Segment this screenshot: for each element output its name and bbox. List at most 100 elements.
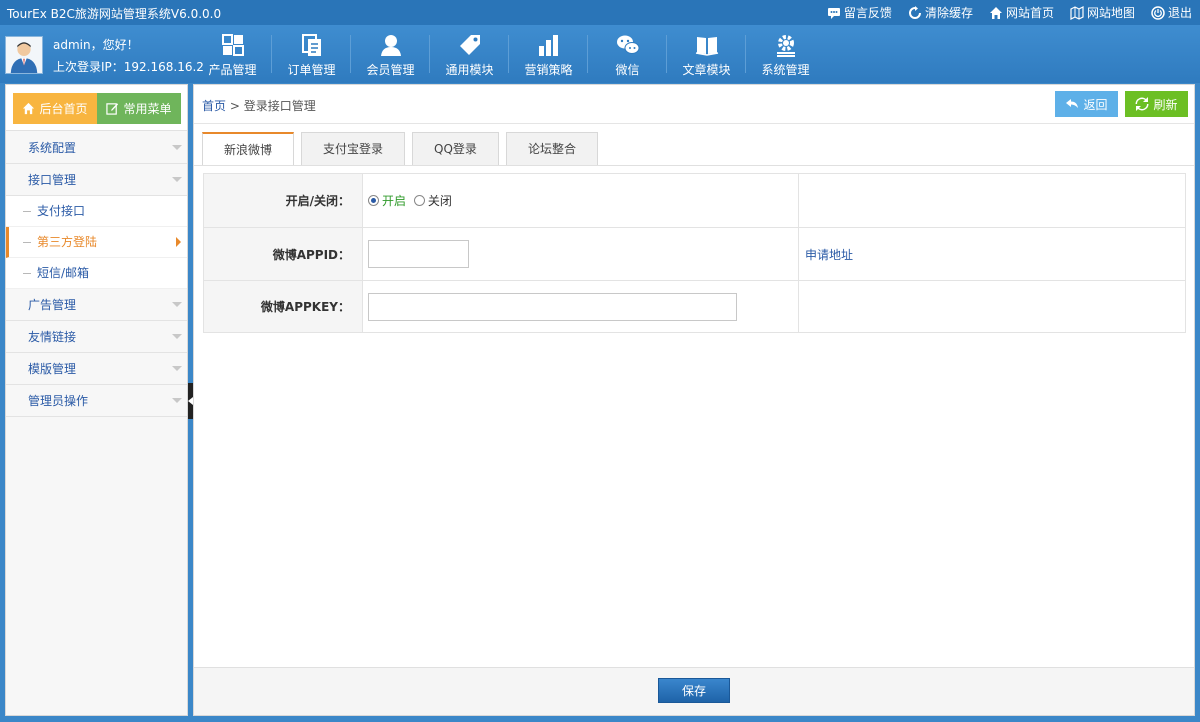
app-title: TourEx B2C旅游网站管理系统V6.0.0.0: [7, 7, 222, 21]
sidebar-group-links[interactable]: 友情链接: [6, 321, 187, 353]
radio-off[interactable]: 关闭: [413, 192, 452, 209]
sidebar-group-ads[interactable]: 广告管理: [6, 289, 187, 321]
feedback-link[interactable]: 留言反馈: [827, 4, 892, 21]
sidebar-group-interface[interactable]: 接口管理: [6, 164, 187, 196]
caret-down-icon: [172, 302, 182, 307]
sidebar-group-system-config[interactable]: 系统配置: [6, 132, 187, 164]
nav-label: 文章模块: [682, 62, 731, 77]
appkey-input[interactable]: [368, 292, 737, 321]
nav-label: 会员管理: [366, 62, 415, 77]
sidebar-group-templates[interactable]: 模版管理: [6, 353, 187, 385]
refresh-label: 刷新: [1153, 97, 1178, 112]
sidebar-group-label: 友情链接: [28, 330, 77, 344]
settings-form: 开启/关闭： 开启 关闭 微博APPID： 申请地址 微博APPKEY：: [203, 173, 1186, 333]
tab-sina-weibo[interactable]: 新浪微博: [202, 132, 295, 166]
sidebar: 后台首页 常用菜单 系统配置 接口管理 支付接口 第三方登陆 短信/邮箱 广告管…: [5, 84, 188, 716]
nav-system[interactable]: 系统管理: [746, 25, 825, 83]
apply-address-link[interactable]: 申请地址: [805, 248, 853, 262]
user-avatar-icon: [6, 37, 42, 73]
tag-icon: [459, 34, 480, 55]
breadcrumb-home[interactable]: 首页: [202, 99, 226, 113]
nav-product[interactable]: 产品管理: [193, 25, 272, 83]
sidebar-group-label: 模版管理: [28, 362, 77, 376]
main-nav: 产品管理 订单管理 会员管理 通用模块 营销策略 微信 文章模块 系统管理: [193, 25, 825, 83]
edit-icon: [106, 103, 119, 115]
home-icon: [23, 102, 35, 115]
sitemap-link[interactable]: 网站地图: [1070, 4, 1135, 21]
header: admin，您好！ 上次登录IP：192.168.16.2 产品管理 订单管理 …: [0, 25, 1200, 83]
save-button[interactable]: 保存: [658, 678, 730, 703]
radio-dot: [368, 195, 379, 206]
clear-cache-link[interactable]: 清除缓存: [908, 4, 973, 21]
radio-dot: [413, 195, 425, 206]
breadcrumb: 首页 > 登录接口管理: [202, 97, 316, 114]
radio-on[interactable]: 开启: [368, 192, 406, 209]
common-menu-button[interactable]: 常用菜单: [97, 93, 181, 124]
caret-down-icon: [172, 334, 182, 339]
tab-forum-integration[interactable]: 论坛整合: [505, 132, 598, 165]
last-login-ip: 上次登录IP：192.168.16.2: [53, 60, 204, 74]
nav-marketing[interactable]: 营销策略: [509, 25, 588, 83]
nav-general[interactable]: 通用模块: [430, 25, 509, 83]
caret-down-icon: [172, 366, 182, 371]
appid-label: 微博APPID：: [203, 227, 363, 281]
message-icon: [827, 7, 840, 19]
radio-off-label: 关闭: [427, 194, 452, 208]
sidebar-item-label: 支付接口: [37, 204, 86, 218]
back-label: 返回: [1083, 97, 1108, 112]
nav-label: 微信: [615, 62, 640, 77]
sidebar-item-label: 短信/邮箱: [37, 266, 90, 280]
bar-chart-icon: [538, 34, 558, 56]
sidebar-group-label: 接口管理: [28, 173, 77, 187]
sidebar-item-payment[interactable]: 支付接口: [6, 196, 187, 227]
site-home-label: 网站首页: [1005, 6, 1054, 20]
nav-member[interactable]: 会员管理: [351, 25, 430, 83]
dashboard-home-label: 后台首页: [39, 102, 88, 116]
sidebar-group-admin[interactable]: 管理员操作: [6, 385, 187, 417]
toggle-label: 开启/关闭：: [203, 173, 363, 228]
refresh-button[interactable]: 刷新: [1125, 91, 1188, 117]
tab-alipay-login[interactable]: 支付宝登录: [301, 132, 406, 165]
caret-right-icon: [176, 237, 181, 247]
nav-order[interactable]: 订单管理: [272, 25, 351, 83]
clear-cache-label: 清除缓存: [924, 6, 973, 20]
logout-label: 退出: [1167, 6, 1192, 20]
breadcrumb-separator: >: [229, 99, 240, 113]
book-icon: [695, 36, 718, 56]
sidebar-group-label: 系统配置: [28, 141, 77, 155]
sidebar-item-label: 第三方登陆: [37, 235, 98, 249]
dashboard-home-button[interactable]: 后台首页: [13, 93, 97, 124]
back-button[interactable]: 返回: [1055, 91, 1118, 117]
sidebar-menu: 系统配置 接口管理 支付接口 第三方登陆 短信/邮箱 广告管理 友情链接 模版管…: [6, 132, 187, 417]
appid-input[interactable]: [368, 240, 469, 268]
power-icon: [1151, 5, 1165, 20]
nav-label: 产品管理: [208, 62, 257, 77]
user-greeting: admin，您好！: [53, 38, 139, 52]
toggle-extra: [798, 173, 1186, 228]
appkey-extra: [798, 280, 1186, 333]
nav-article[interactable]: 文章模块: [667, 25, 746, 83]
site-home-link[interactable]: 网站首页: [989, 4, 1054, 21]
tab-qq-login[interactable]: QQ登录: [412, 132, 499, 165]
nav-wechat[interactable]: 微信: [588, 25, 667, 83]
sidebar-item-third-party-login[interactable]: 第三方登陆: [6, 227, 187, 258]
back-arrow-icon: [1066, 99, 1079, 108]
nav-label: 订单管理: [287, 62, 336, 77]
common-menu-label: 常用菜单: [123, 102, 172, 116]
home-icon: [989, 6, 1002, 19]
breadcrumb-bar: 首页 > 登录接口管理 返回 刷新: [194, 85, 1194, 124]
tab-bar: 新浪微博 支付宝登录 QQ登录 论坛整合: [202, 132, 598, 166]
tab-divider: [194, 165, 1194, 166]
gear-icon: [776, 34, 795, 57]
sitemap-label: 网站地图: [1086, 6, 1135, 20]
logout-link[interactable]: 退出: [1151, 4, 1192, 21]
wechat-icon: [616, 35, 639, 54]
nav-label: 系统管理: [761, 62, 810, 77]
appkey-cell: [362, 280, 799, 333]
nav-label: 营销策略: [524, 62, 573, 77]
form-footer: 保存: [194, 667, 1194, 715]
main-content: 首页 > 登录接口管理 返回 刷新 新浪微博 支付宝登录 QQ登录 论坛整合 开…: [193, 84, 1195, 716]
appkey-label: 微博APPKEY：: [203, 280, 363, 333]
sidebar-item-sms-email[interactable]: 短信/邮箱: [6, 258, 187, 289]
nav-label: 通用模块: [445, 62, 494, 77]
